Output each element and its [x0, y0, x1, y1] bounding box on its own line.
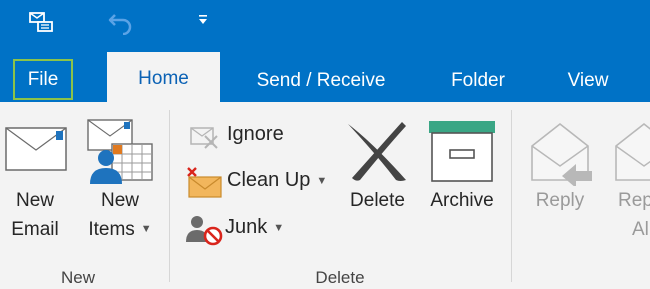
ignore-label: Ignore [227, 123, 284, 145]
group-label-new: New [60, 268, 95, 287]
group-separator [169, 110, 170, 282]
tab-file[interactable]: File [13, 59, 73, 100]
customize-qat-icon[interactable] [197, 14, 209, 26]
new-items-label-line2: Items ▼ [78, 215, 162, 244]
new-items-button[interactable]: New Items ▼ [78, 114, 162, 246]
delete-label: Delete [350, 190, 405, 211]
new-email-button[interactable]: New Email [0, 118, 70, 246]
junk-button[interactable]: Junk ▼ [185, 210, 295, 246]
chevron-down-icon: ▼ [273, 221, 285, 234]
ignore-icon [190, 127, 218, 149]
reply-button[interactable]: Reply [522, 116, 598, 226]
new-email-icon [5, 127, 67, 171]
undo-icon[interactable] [108, 9, 136, 35]
reply-all-label-line2: Al [632, 219, 649, 240]
reply-all-icon [615, 122, 650, 181]
reply-icon [531, 122, 592, 186]
group-separator [511, 110, 512, 282]
delete-button[interactable]: Delete [340, 116, 415, 226]
clean-up-icon [187, 167, 222, 198]
junk-text: Junk [225, 216, 268, 238]
send-receive-all-icon[interactable] [28, 9, 54, 35]
group-label-delete: Delete [315, 268, 365, 287]
quick-access-toolbar [0, 0, 650, 47]
tab-home[interactable]: Home [107, 52, 220, 102]
ribbon-tabs: Home Send / Receive Folder View [0, 47, 650, 102]
new-email-label-line1: New [15, 190, 54, 211]
archive-button[interactable]: Archive [422, 116, 502, 226]
clean-up-text: Clean Up [227, 169, 311, 191]
clean-up-label: Clean Up ▼ [227, 169, 327, 192]
chevron-down-icon: ▼ [140, 223, 152, 236]
junk-icon [186, 216, 223, 246]
tab-view[interactable]: View [548, 63, 628, 99]
delete-icon [348, 122, 406, 181]
new-items-text: Items [88, 219, 135, 240]
archive-icon [429, 121, 495, 182]
tab-send-receive[interactable]: Send / Receive [236, 63, 406, 99]
tab-folder[interactable]: Folder [430, 63, 526, 99]
archive-label: Archive [430, 190, 494, 211]
reply-all-label-line1: Rep [618, 190, 650, 211]
reply-label: Reply [535, 190, 585, 211]
new-items-label-line1: New [100, 190, 139, 211]
clean-up-button[interactable]: Clean Up ▼ [185, 163, 330, 199]
new-items-icon [87, 119, 153, 184]
junk-label: Junk ▼ [225, 216, 284, 239]
reply-all-button[interactable]: Rep Al [606, 116, 650, 244]
new-email-label-line2: Email [11, 219, 59, 240]
chevron-down-icon: ▼ [316, 174, 328, 187]
